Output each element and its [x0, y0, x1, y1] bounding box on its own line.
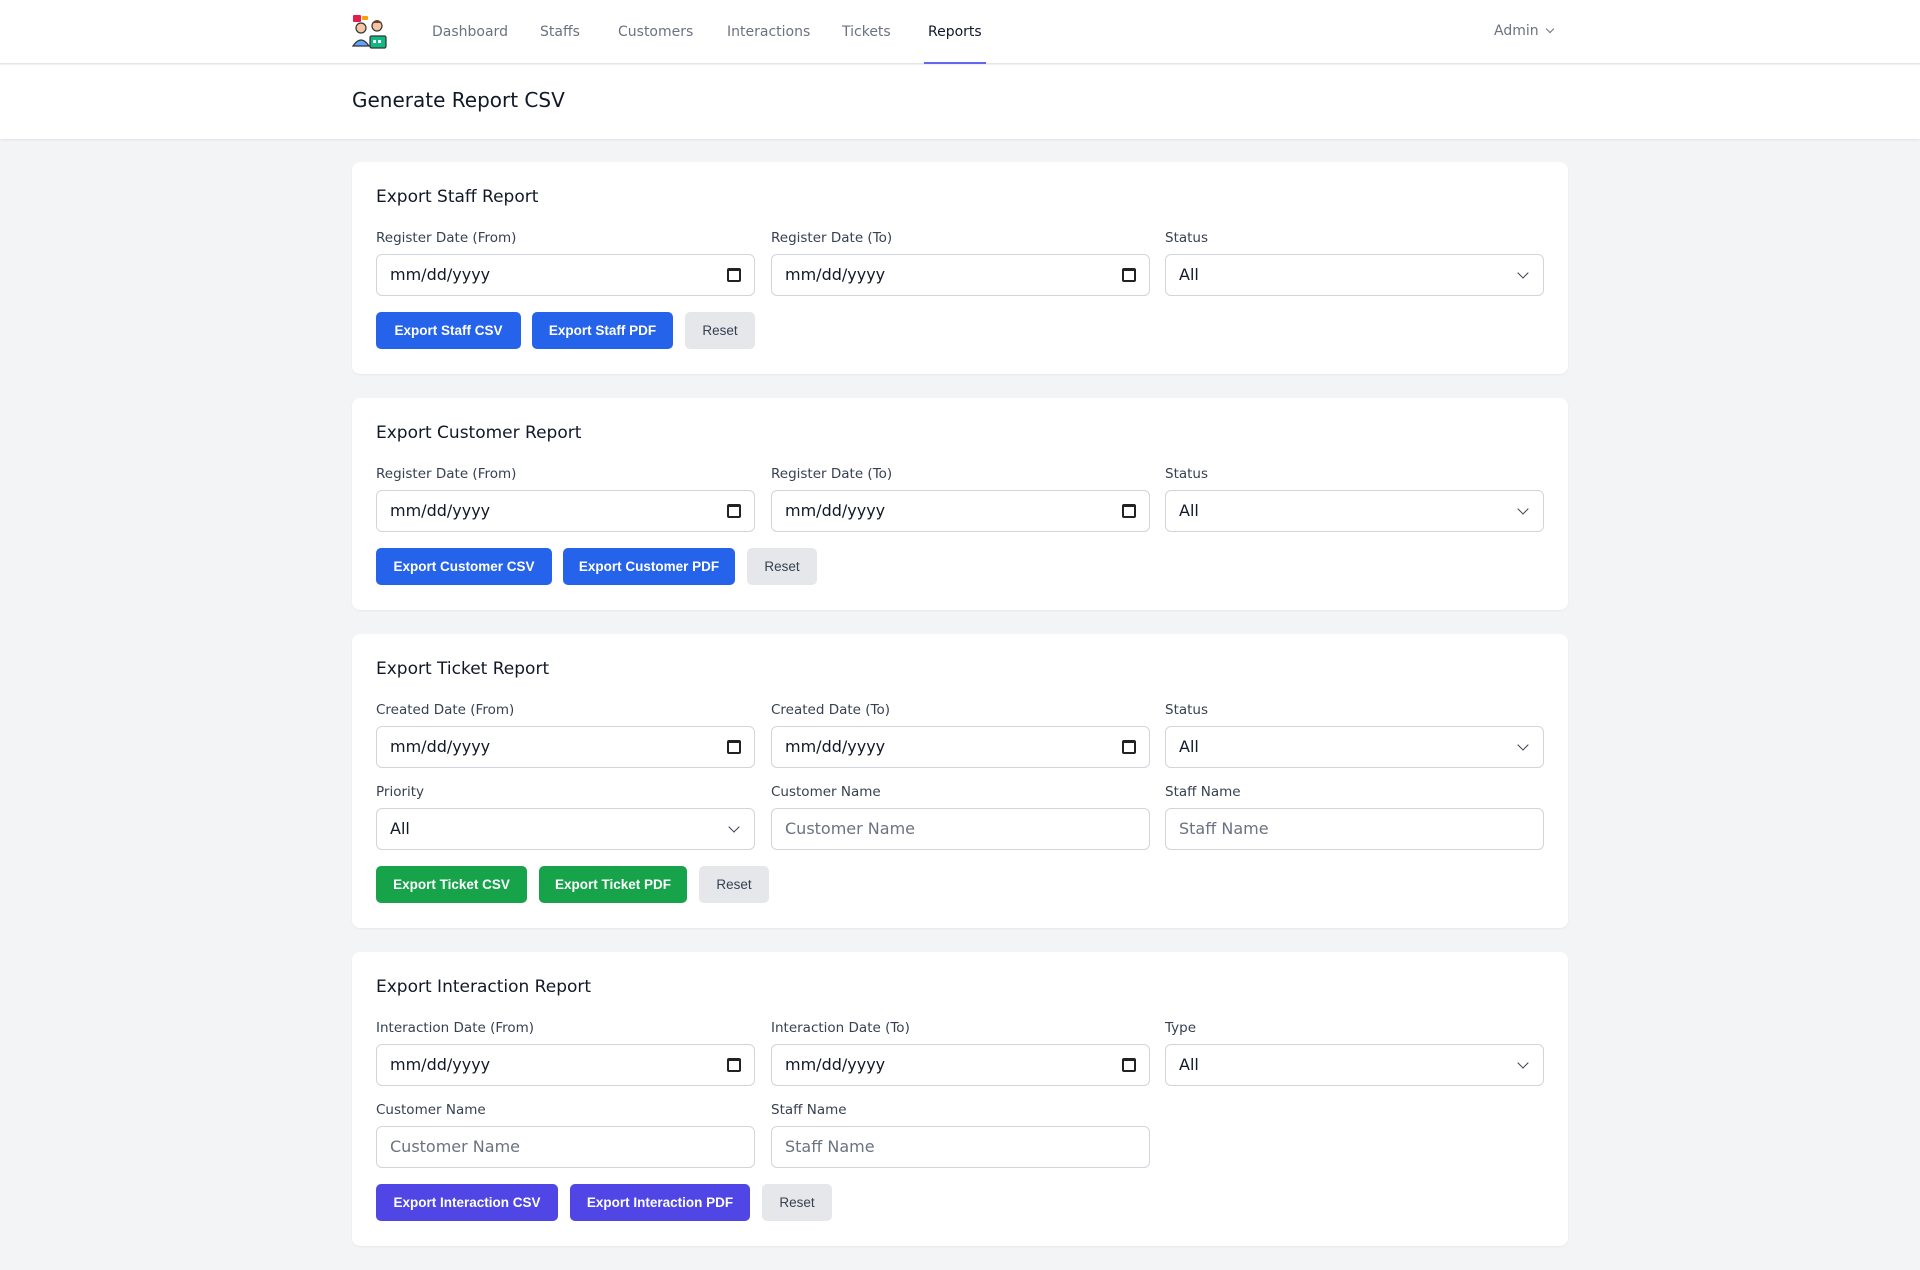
select-value: All — [1179, 501, 1199, 520]
export-ticket-pdf-button[interactable]: Export Ticket PDF — [539, 866, 687, 903]
customer-from-label: Register Date (From) — [376, 466, 517, 482]
interaction-to-date-input[interactable]: mm/dd/yyyy — [771, 1044, 1150, 1086]
date-value: mm/dd/yyyy — [390, 501, 491, 520]
input-placeholder: Customer Name — [390, 1137, 521, 1156]
export-staff-pdf-button[interactable]: Export Staff PDF — [532, 312, 673, 349]
interaction-type-select[interactable]: All — [1165, 1044, 1544, 1086]
export-interaction-csv-button[interactable]: Export Interaction CSV — [376, 1184, 558, 1221]
staff-report-title: Export Staff Report — [376, 187, 539, 207]
export-customer-csv-button[interactable]: Export Customer CSV — [376, 548, 552, 585]
chevron-down-icon — [1545, 24, 1554, 34]
date-value: mm/dd/yyyy — [390, 737, 491, 756]
nav-interactions[interactable]: Interactions — [727, 0, 810, 64]
calendar-icon[interactable] — [727, 504, 741, 518]
select-value: All — [1179, 737, 1199, 756]
interaction-report-card: Export Interaction Report Interaction Da… — [352, 952, 1568, 1246]
chevron-down-icon — [1517, 739, 1529, 751]
select-value: All — [390, 819, 410, 838]
calendar-icon[interactable] — [727, 740, 741, 754]
interaction-report-title: Export Interaction Report — [376, 977, 592, 997]
calendar-icon[interactable] — [1122, 740, 1136, 754]
staff-from-label: Register Date (From) — [376, 230, 517, 246]
date-value: mm/dd/yyyy — [785, 265, 886, 284]
chevron-down-icon — [1517, 1057, 1529, 1069]
staff-from-date-input[interactable]: mm/dd/yyyy — [376, 254, 755, 296]
ticket-from-label: Created Date (From) — [376, 702, 515, 718]
interaction-staff-name-input[interactable]: Staff Name — [771, 1126, 1150, 1168]
input-placeholder: Staff Name — [1179, 819, 1269, 838]
ticket-customer-label: Customer Name — [771, 784, 881, 800]
customer-report-title: Export Customer Report — [376, 423, 582, 443]
calendar-icon[interactable] — [727, 268, 741, 282]
ticket-staff-name-input[interactable]: Staff Name — [1165, 808, 1544, 850]
ticket-status-label: Status — [1165, 702, 1209, 718]
ticket-reset-button[interactable]: Reset — [699, 866, 769, 903]
customer-report-card: Export Customer Report Register Date (Fr… — [352, 398, 1568, 610]
app-logo-icon[interactable] — [350, 12, 390, 52]
calendar-icon[interactable] — [1122, 268, 1136, 282]
nav-staffs[interactable]: Staffs — [540, 0, 580, 64]
calendar-icon[interactable] — [727, 1058, 741, 1072]
nav-tickets[interactable]: Tickets — [842, 0, 891, 64]
ticket-staff-label: Staff Name — [1165, 784, 1241, 800]
user-name: Admin — [1494, 23, 1539, 39]
interaction-type-label: Type — [1165, 1020, 1197, 1036]
interaction-from-date-input[interactable]: mm/dd/yyyy — [376, 1044, 755, 1086]
select-value: All — [1179, 1055, 1199, 1074]
customer-reset-button[interactable]: Reset — [747, 548, 817, 585]
export-staff-csv-button[interactable]: Export Staff CSV — [376, 312, 521, 349]
export-ticket-csv-button[interactable]: Export Ticket CSV — [376, 866, 527, 903]
ticket-to-date-input[interactable]: mm/dd/yyyy — [771, 726, 1150, 768]
staff-status-label: Status — [1165, 230, 1209, 246]
interaction-to-label: Interaction Date (To) — [771, 1020, 910, 1036]
input-placeholder: Staff Name — [785, 1137, 875, 1156]
user-menu[interactable]: Admin — [1494, 0, 1554, 64]
ticket-priority-label: Priority — [376, 784, 425, 800]
staff-status-select[interactable]: All — [1165, 254, 1544, 296]
calendar-icon[interactable] — [1122, 1058, 1136, 1072]
date-value: mm/dd/yyyy — [785, 1055, 886, 1074]
ticket-from-date-input[interactable]: mm/dd/yyyy — [376, 726, 755, 768]
export-interaction-pdf-button[interactable]: Export Interaction PDF — [570, 1184, 750, 1221]
export-customer-pdf-button[interactable]: Export Customer PDF — [563, 548, 735, 585]
top-navbar: Dashboard Staffs Customers Interactions … — [0, 0, 1920, 64]
ticket-report-card: Export Ticket Report Created Date (From)… — [352, 634, 1568, 928]
ticket-to-label: Created Date (To) — [771, 702, 891, 718]
customer-to-date-input[interactable]: mm/dd/yyyy — [771, 490, 1150, 532]
customer-status-label: Status — [1165, 466, 1209, 482]
nav-dashboard[interactable]: Dashboard — [432, 0, 508, 64]
interaction-staff-label: Staff Name — [771, 1102, 847, 1118]
customer-status-select[interactable]: All — [1165, 490, 1544, 532]
page-header: Generate Report CSV — [0, 65, 1920, 139]
select-value: All — [1179, 265, 1199, 284]
nav-customers[interactable]: Customers — [618, 0, 693, 64]
date-value: mm/dd/yyyy — [390, 1055, 491, 1074]
chevron-down-icon — [1517, 267, 1529, 279]
calendar-icon[interactable] — [1122, 504, 1136, 518]
ticket-customer-name-input[interactable]: Customer Name — [771, 808, 1150, 850]
input-placeholder: Customer Name — [785, 819, 916, 838]
interaction-from-label: Interaction Date (From) — [376, 1020, 535, 1036]
chevron-down-icon — [1517, 503, 1529, 515]
date-value: mm/dd/yyyy — [390, 265, 491, 284]
interaction-customer-name-input[interactable]: Customer Name — [376, 1126, 755, 1168]
nav-reports[interactable]: Reports — [924, 0, 986, 64]
customer-to-label: Register Date (To) — [771, 466, 893, 482]
staff-report-card: Export Staff Report Register Date (From)… — [352, 162, 1568, 374]
date-value: mm/dd/yyyy — [785, 501, 886, 520]
ticket-priority-select[interactable]: All — [376, 808, 755, 850]
interaction-reset-button[interactable]: Reset — [762, 1184, 832, 1221]
chevron-down-icon — [728, 821, 740, 833]
page-title: Generate Report CSV — [352, 88, 565, 112]
ticket-status-select[interactable]: All — [1165, 726, 1544, 768]
interaction-customer-label: Customer Name — [376, 1102, 486, 1118]
staff-to-label: Register Date (To) — [771, 230, 893, 246]
staff-to-date-input[interactable]: mm/dd/yyyy — [771, 254, 1150, 296]
ticket-report-title: Export Ticket Report — [376, 659, 550, 679]
staff-reset-button[interactable]: Reset — [685, 312, 755, 349]
customer-from-date-input[interactable]: mm/dd/yyyy — [376, 490, 755, 532]
date-value: mm/dd/yyyy — [785, 737, 886, 756]
